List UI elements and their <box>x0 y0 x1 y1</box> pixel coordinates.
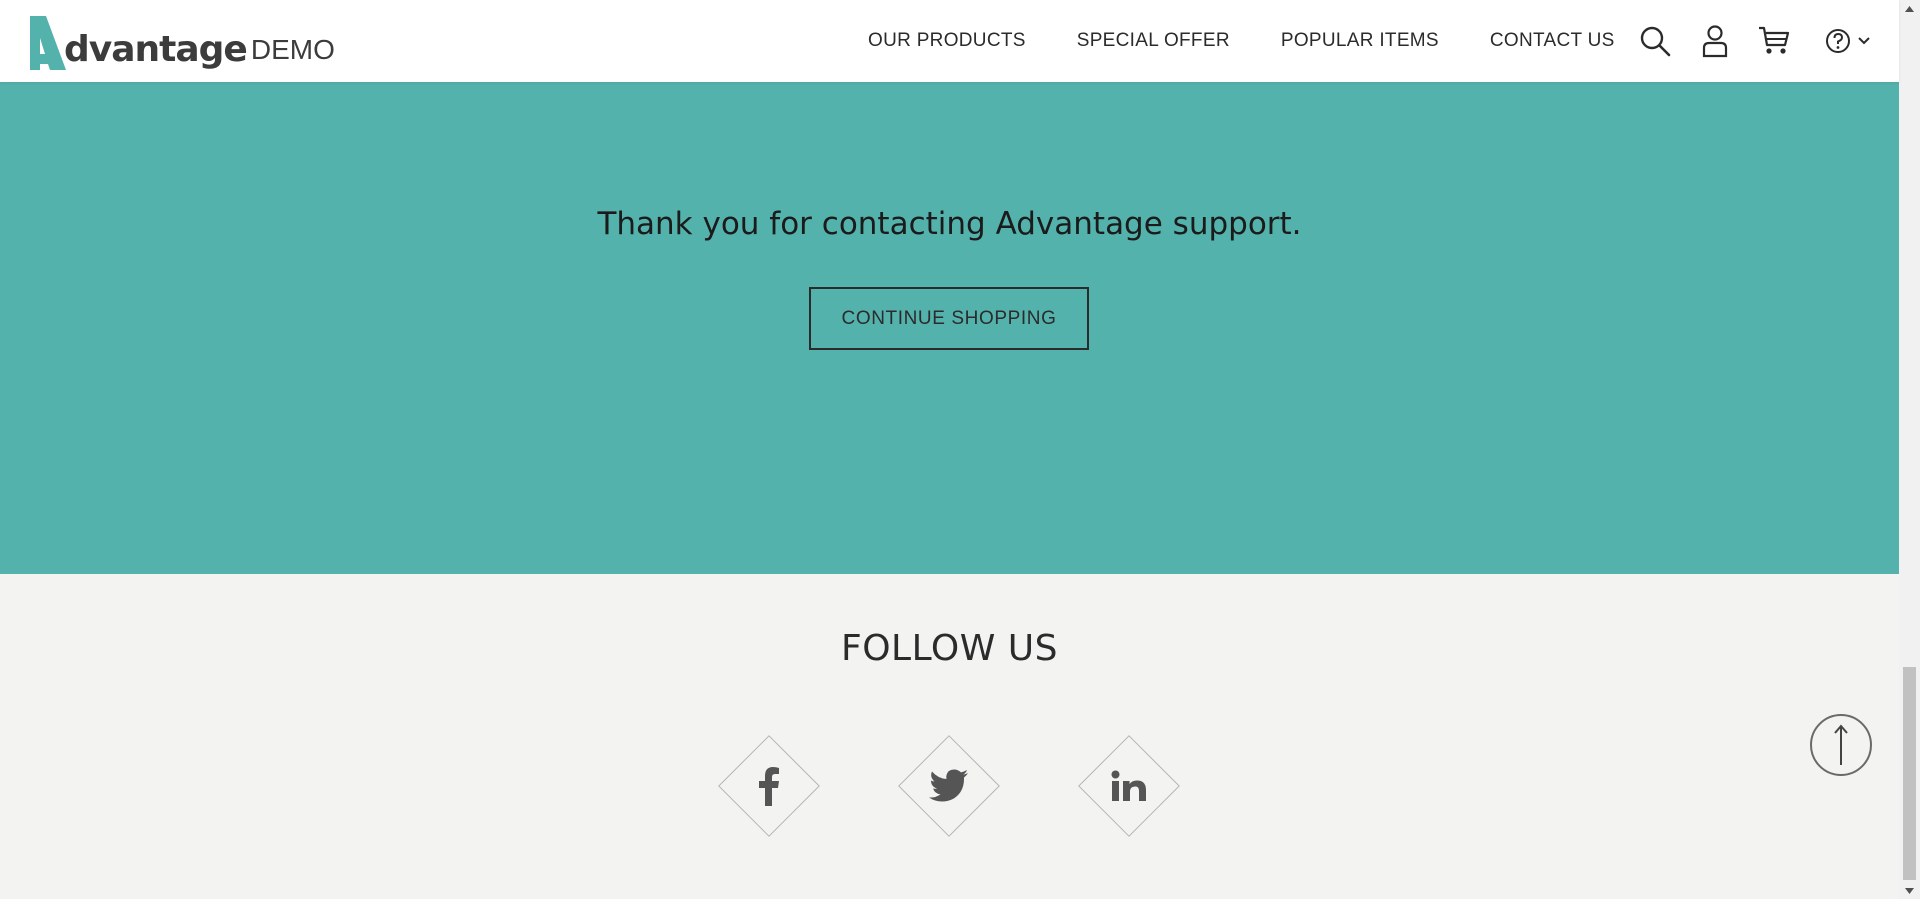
scroll-up-arrow[interactable] <box>1899 0 1920 17</box>
linkedin-link[interactable] <box>1078 735 1180 837</box>
back-to-top-button[interactable] <box>1810 714 1872 776</box>
logo-demo-text: DEMO <box>250 34 335 65</box>
facebook-link[interactable] <box>718 735 820 837</box>
help-icon <box>1826 29 1850 53</box>
scrollbar-thumb[interactable] <box>1903 667 1916 880</box>
nav-contact-us[interactable]: CONTACT US <box>1490 30 1615 52</box>
twitter-icon <box>929 769 968 802</box>
logo[interactable]: dvantage DEMO <box>28 12 335 72</box>
user-button[interactable] <box>1700 24 1730 58</box>
continue-shopping-button[interactable]: CONTINUE SHOPPING <box>809 287 1089 350</box>
follow-us-title: FOLLOW US <box>841 628 1058 669</box>
nav-special-offer[interactable]: SPECIAL OFFER <box>1077 30 1230 52</box>
main-nav: OUR PRODUCTS SPECIAL OFFER POPULAR ITEMS… <box>868 0 1615 82</box>
scroll-down-arrow[interactable] <box>1899 882 1920 899</box>
confirmation-section: Thank you for contacting Advantage suppo… <box>0 82 1899 574</box>
arrow-up-icon <box>1834 724 1848 765</box>
facebook-icon <box>759 767 779 806</box>
page: dvantage DEMO OUR PRODUCTS SPECIAL OFFER… <box>0 0 1899 899</box>
cart-icon <box>1759 26 1790 54</box>
triangle-up-icon <box>1905 5 1914 12</box>
nav-popular-items[interactable]: POPULAR ITEMS <box>1281 30 1439 52</box>
nav-our-products[interactable]: OUR PRODUCTS <box>868 30 1026 52</box>
search-button[interactable] <box>1638 24 1672 58</box>
user-icon <box>1702 25 1728 58</box>
site-header: dvantage DEMO OUR PRODUCTS SPECIAL OFFER… <box>0 0 1899 82</box>
twitter-link[interactable] <box>898 735 1000 837</box>
logo-a-mark-icon <box>30 16 66 70</box>
logo-brand-text: dvantage <box>64 29 248 70</box>
thank-you-message: Thank you for contacting Advantage suppo… <box>597 206 1302 242</box>
chevron-down-icon <box>1858 37 1870 45</box>
linkedin-icon <box>1111 770 1146 801</box>
triangle-down-icon <box>1905 887 1914 894</box>
search-icon <box>1640 26 1671 57</box>
cart-button[interactable] <box>1757 24 1791 58</box>
page-scrollbar[interactable] <box>1899 0 1920 899</box>
header-icons <box>1638 0 1873 82</box>
help-button[interactable] <box>1823 24 1873 58</box>
